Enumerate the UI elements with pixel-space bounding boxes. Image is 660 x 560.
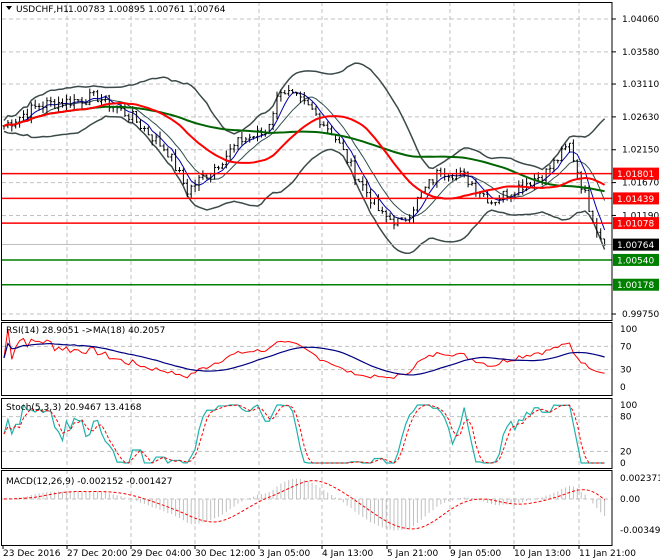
bollinger-upper — [3, 62, 606, 171]
macd-tick-label: -0.003494 — [620, 526, 660, 536]
time-tick-label: 5 Jan 21:00 — [387, 549, 439, 559]
symbol-label: USDCHF,H1 — [16, 5, 69, 15]
indicator-panels — [3, 328, 606, 531]
level-price-label: 1.01439 — [617, 195, 654, 205]
time-tick-label: 23 Dec 2016 — [3, 549, 61, 559]
stoch-tick-label: 80 — [620, 413, 632, 423]
rsi-tick-label: 0 — [620, 383, 626, 393]
level-price-label: 1.00178 — [617, 281, 654, 291]
stoch-signal-line — [3, 404, 605, 464]
time-axis[interactable]: 23 Dec 2016 27 Dec 20:00 29 Dec 04:00 30 De… — [2, 545, 636, 559]
time-tick-label: 9 Jan 05:00 — [450, 549, 502, 559]
dropdown-triangle-icon[interactable] — [6, 6, 12, 10]
macd-tick-label: 0.002371 — [620, 474, 660, 484]
stoch-main-line — [3, 403, 605, 464]
time-tick-label: 30 Dec 12:00 — [195, 549, 256, 559]
price-tick-label: 1.03580 — [622, 48, 659, 58]
time-tick-label: 4 Jan 13:00 — [322, 549, 374, 559]
stoch-tick-label: 100 — [620, 401, 637, 411]
time-tick-label: 11 Jan 21:00 — [579, 549, 636, 559]
rsi-line — [3, 328, 605, 379]
price-tick-label: 1.02630 — [622, 113, 659, 123]
price-chart[interactable]: 1.040601.035801.031101.026301.021501.016… — [0, 0, 660, 560]
price-tick-label: 1.04060 — [622, 15, 659, 25]
rsi-title: RSI(14) 28.9051 ->MA(18) 40.2057 — [6, 326, 165, 336]
ma-5 — [3, 92, 606, 231]
panel-frame — [1, 2, 613, 321]
chart-window[interactable]: 1.04060 1.03580 1.03110 1.02630 1.02150 1.016… — [0, 0, 660, 560]
bollinger-lower — [3, 115, 606, 254]
price-axis[interactable]: 1.040601.035801.031101.026301.021501.016… — [612, 15, 660, 536]
main-price-panel — [2, 62, 612, 286]
time-tick-label: 29 Dec 04:00 — [131, 549, 192, 559]
macd-title: MACD(12,26,9) -0.002152 -0.001427 — [6, 477, 172, 487]
time-tick-label: 3 Jan 05:00 — [259, 549, 311, 559]
level-price-label: 1.01078 — [617, 220, 654, 230]
level-price-label: 1.00540 — [617, 256, 654, 266]
macd-tick-label: 0.00 — [620, 495, 640, 505]
price-tick-label: 1.03110 — [622, 80, 659, 90]
current-price-label: 1.00764 — [617, 241, 654, 251]
stoch-tick-label: 0 — [620, 459, 626, 469]
ohlc-values: 1.00783 1.00895 1.00761 1.00764 — [68, 5, 226, 15]
rsi-tick-label: 100 — [620, 325, 637, 335]
stoch-tick-label: 20 — [620, 447, 632, 457]
stoch-title: Stoch(5,3,3) 20.9467 13.4168 — [6, 403, 142, 413]
rsi-tick-label: 70 — [620, 342, 632, 352]
price-tick-label: 0.99750 — [622, 310, 659, 320]
chart-header: USDCHF,H1 1.00783 1.00895 1.00761 1.0076… — [6, 5, 226, 15]
grid — [2, 2, 612, 545]
time-tick-label: 27 Dec 20:00 — [67, 549, 128, 559]
rsi-tick-label: 30 — [620, 366, 632, 376]
time-tick-label: 10 Jan 13:00 — [514, 549, 571, 559]
ma-slow-line — [3, 105, 605, 193]
level-price-label: 1.01801 — [617, 170, 654, 180]
price-tick-label: 1.02150 — [622, 146, 659, 156]
